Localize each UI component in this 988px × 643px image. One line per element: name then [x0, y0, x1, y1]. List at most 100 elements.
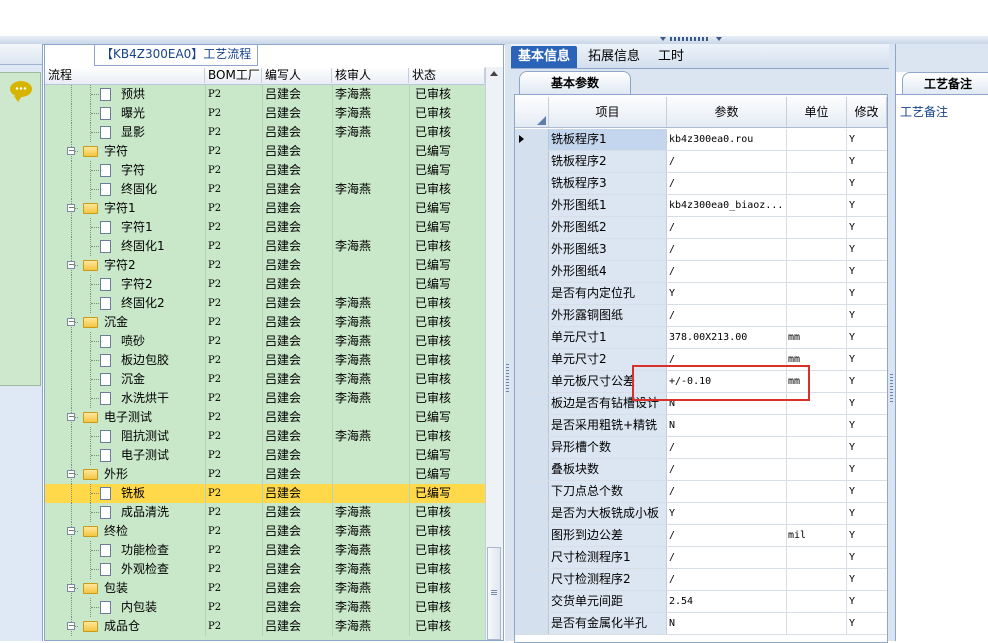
- subtab-basic-params[interactable]: 基本参数: [519, 71, 631, 94]
- param-cell[interactable]: Y: [667, 503, 787, 524]
- row-indicator[interactable]: [515, 503, 549, 524]
- col-header-param[interactable]: 参数: [667, 97, 787, 127]
- row-indicator[interactable]: [515, 393, 549, 414]
- row-indicator[interactable]: [515, 173, 549, 194]
- modify-cell[interactable]: Y: [847, 481, 887, 502]
- modify-cell[interactable]: Y: [847, 437, 887, 458]
- param-row[interactable]: 是否有金属化半孔 N Y: [515, 613, 887, 635]
- unit-cell[interactable]: [787, 547, 847, 568]
- modify-cell[interactable]: Y: [847, 151, 887, 172]
- collapse-toggle-icon[interactable]: −: [67, 527, 75, 535]
- param-cell[interactable]: /: [667, 261, 787, 282]
- modify-cell[interactable]: Y: [847, 349, 887, 370]
- param-cell[interactable]: kb4z300ea0_biaoz...: [667, 195, 787, 216]
- unit-cell[interactable]: [787, 151, 847, 172]
- tree-row[interactable]: 字符2 P2 吕建会 已编写: [45, 275, 485, 294]
- param-cell[interactable]: 2.54: [667, 591, 787, 612]
- param-row[interactable]: 外形图纸1 kb4z300ea0_biaoz... Y: [515, 195, 887, 217]
- param-cell[interactable]: N: [667, 415, 787, 436]
- param-cell[interactable]: Y: [667, 283, 787, 304]
- param-cell[interactable]: /: [667, 459, 787, 480]
- unit-cell[interactable]: [787, 569, 847, 590]
- row-indicator[interactable]: [515, 371, 549, 392]
- param-row[interactable]: 外形图纸3/ Y: [515, 239, 887, 261]
- tree-row[interactable]: 铣板 P2 吕建会 已编写: [45, 484, 485, 503]
- scroll-thumb[interactable]: [487, 547, 501, 640]
- modify-cell[interactable]: Y: [847, 129, 887, 150]
- modify-cell[interactable]: Y: [847, 503, 887, 524]
- col-header-bom[interactable]: BOM工厂: [205, 68, 262, 83]
- param-row[interactable]: 下刀点总个数 / Y: [515, 481, 887, 503]
- unit-cell[interactable]: [787, 459, 847, 480]
- col-header-flow[interactable]: 流程: [45, 68, 205, 83]
- tree-row[interactable]: 内包装 P2 吕建会 李海燕 已审核: [45, 598, 485, 617]
- param-cell[interactable]: N: [667, 613, 787, 634]
- tree-folder-row[interactable]: − 字符1 P2 吕建会 已编写: [45, 199, 485, 218]
- unit-cell[interactable]: [787, 283, 847, 304]
- collapse-toggle-icon[interactable]: −: [67, 413, 75, 421]
- tree-row[interactable]: 显影 P2 吕建会 李海燕 已审核: [45, 123, 485, 142]
- row-indicator[interactable]: [515, 305, 549, 326]
- param-row[interactable]: 是否为大板铣成小板 Y Y: [515, 503, 887, 525]
- unit-cell[interactable]: [787, 195, 847, 216]
- param-row[interactable]: 尺寸检测程序2/ Y: [515, 569, 887, 591]
- tree-row[interactable]: 外观检查 P2 吕建会 李海燕 已审核: [45, 560, 485, 579]
- param-row[interactable]: 是否有内定位孔 Y Y: [515, 283, 887, 305]
- tree-folder-row[interactable]: − 电子测试 P2 吕建会 已编写: [45, 408, 485, 427]
- grid-corner-icon[interactable]: [515, 97, 549, 127]
- row-indicator[interactable]: [515, 283, 549, 304]
- tree-folder-row[interactable]: − 终检 P2 吕建会 李海燕 已审核: [45, 522, 485, 541]
- param-row[interactable]: 外形图纸2/ Y: [515, 217, 887, 239]
- col-header-reviewer[interactable]: 核审人: [332, 68, 409, 83]
- modify-cell[interactable]: Y: [847, 415, 887, 436]
- tree-row[interactable]: 功能检查 P2 吕建会 李海燕 已审核: [45, 541, 485, 560]
- tree-scrollbar[interactable]: [485, 67, 503, 640]
- modify-cell[interactable]: Y: [847, 305, 887, 326]
- collapse-toggle-icon[interactable]: −: [67, 584, 75, 592]
- row-indicator[interactable]: [515, 591, 549, 612]
- modify-cell[interactable]: Y: [847, 591, 887, 612]
- unit-cell[interactable]: mm: [787, 327, 847, 348]
- row-indicator[interactable]: [515, 481, 549, 502]
- unit-cell[interactable]: [787, 437, 847, 458]
- tree-row[interactable]: 预烘 P2 吕建会 李海燕 已审核: [45, 85, 485, 104]
- notes-body[interactable]: 工艺备注: [896, 94, 988, 642]
- param-row[interactable]: 叠板块数 / Y: [515, 459, 887, 481]
- param-row[interactable]: 铣板程序3/ Y: [515, 173, 887, 195]
- tree-folder-row[interactable]: − 沉金 P2 吕建会 李海燕 已审核: [45, 313, 485, 332]
- param-cell[interactable]: /: [667, 437, 787, 458]
- collapse-toggle-icon[interactable]: −: [67, 318, 75, 326]
- param-row[interactable]: 单元尺寸1 378.00X213.00 mm Y: [515, 327, 887, 349]
- param-cell[interactable]: /: [667, 151, 787, 172]
- tree-row[interactable]: 曝光 P2 吕建会 李海燕 已审核: [45, 104, 485, 123]
- row-indicator[interactable]: [515, 327, 549, 348]
- unit-cell[interactable]: [787, 129, 847, 150]
- row-indicator[interactable]: [515, 613, 549, 634]
- collapse-toggle-icon[interactable]: −: [67, 622, 75, 630]
- tree-row[interactable]: 字符 P2 吕建会 已编写: [45, 161, 485, 180]
- param-row[interactable]: 图形到边公差 / mil Y: [515, 525, 887, 547]
- tree-folder-row[interactable]: − 外形 P2 吕建会 已编写: [45, 465, 485, 484]
- param-row[interactable]: 铣板程序1 kb4z300ea0.rou Y: [515, 129, 887, 151]
- row-indicator[interactable]: [515, 217, 549, 238]
- param-cell[interactable]: /: [667, 569, 787, 590]
- collapse-toggle-icon[interactable]: −: [67, 470, 75, 478]
- row-indicator[interactable]: [515, 459, 549, 480]
- col-header-unit[interactable]: 单位: [787, 97, 847, 127]
- row-indicator[interactable]: [515, 195, 549, 216]
- row-indicator[interactable]: [515, 261, 549, 282]
- unit-cell[interactable]: mil: [787, 525, 847, 546]
- tree-folder-row[interactable]: − 成品仓 P2 吕建会 李海燕 已审核: [45, 617, 485, 636]
- param-row[interactable]: 铣板程序2/ Y: [515, 151, 887, 173]
- collapse-toggle-icon[interactable]: −: [67, 147, 75, 155]
- tab-extended-info[interactable]: 拓展信息: [581, 46, 647, 68]
- row-indicator[interactable]: [515, 151, 549, 172]
- unit-cell[interactable]: [787, 613, 847, 634]
- param-cell[interactable]: /: [667, 525, 787, 546]
- modify-cell[interactable]: Y: [847, 239, 887, 260]
- tree-folder-row[interactable]: − 字符 P2 吕建会 已编写: [45, 142, 485, 161]
- unit-cell[interactable]: [787, 481, 847, 502]
- modify-cell[interactable]: Y: [847, 173, 887, 194]
- tab-basic-info[interactable]: 基本信息: [511, 46, 578, 68]
- tree-folder-row[interactable]: − 包装 P2 吕建会 李海燕 已审核: [45, 579, 485, 598]
